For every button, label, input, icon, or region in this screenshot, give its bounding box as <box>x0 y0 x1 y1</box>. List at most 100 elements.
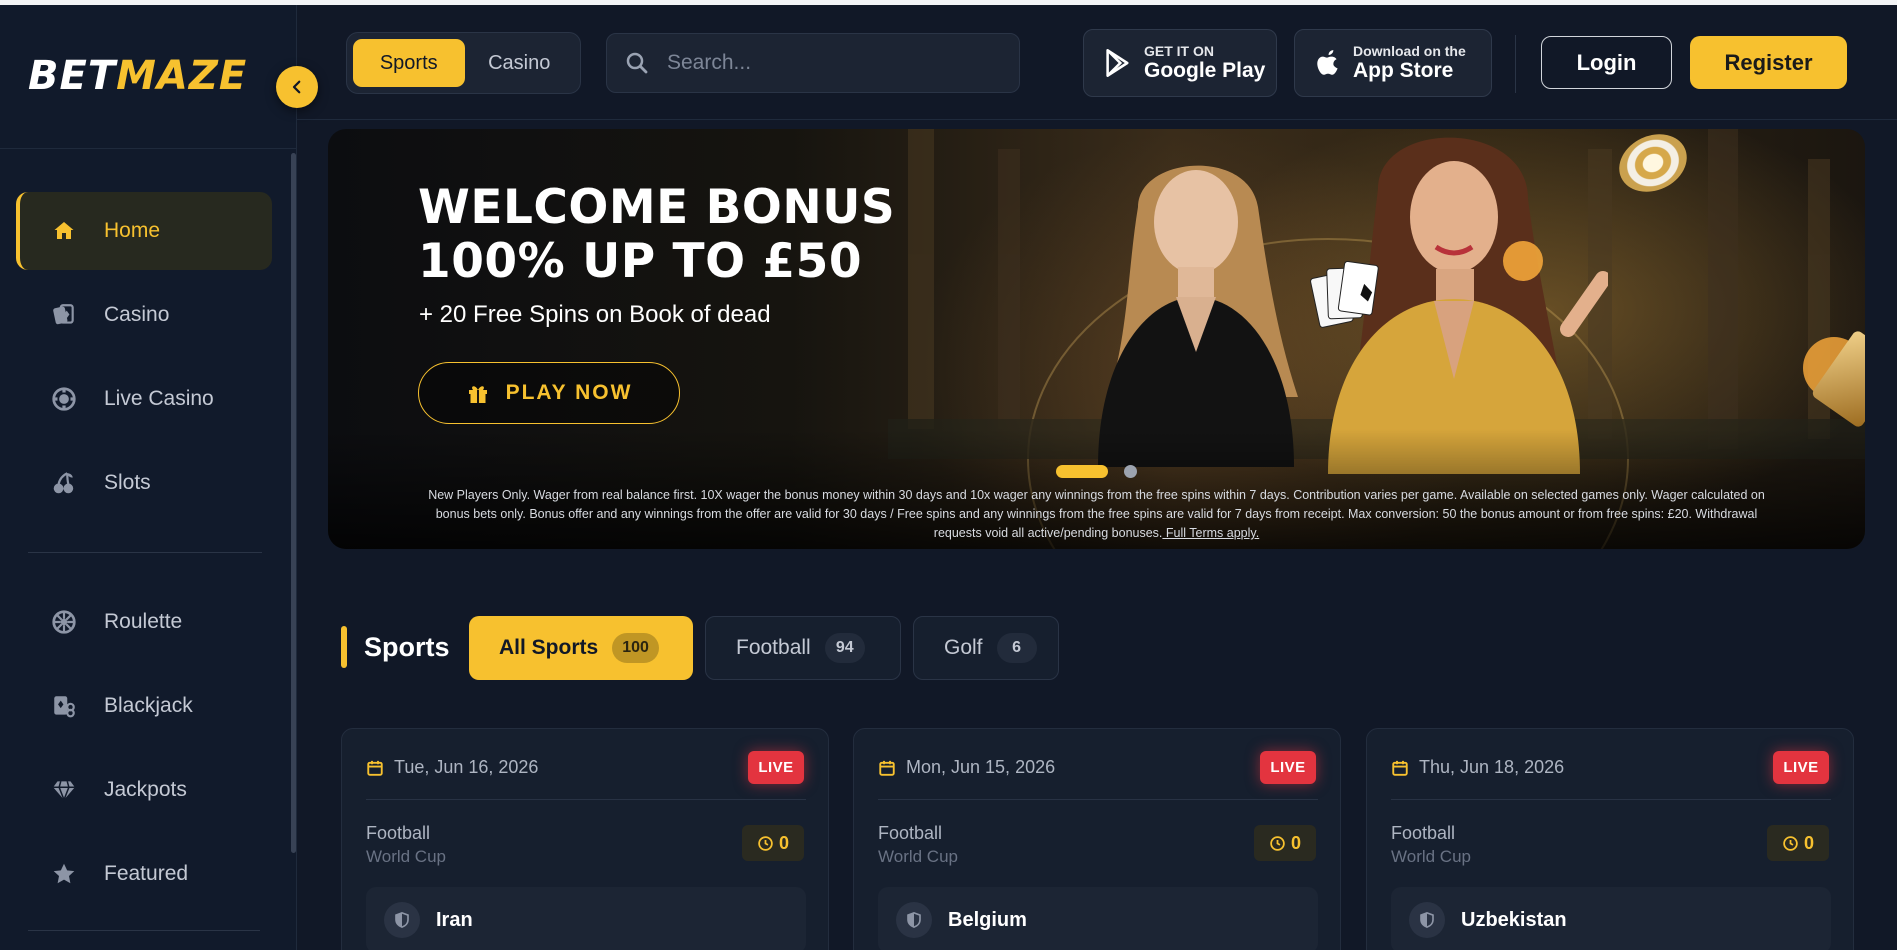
live-badge: LIVE <box>1773 751 1829 784</box>
cards-icon <box>50 301 78 329</box>
hostess-image-right <box>1310 137 1608 474</box>
app-store-big-text: App Store <box>1353 59 1454 82</box>
login-button[interactable]: Login <box>1541 36 1672 89</box>
match-card[interactable]: Thu, Jun 18, 2026 LIVE Football World Cu… <box>1366 728 1854 950</box>
search-icon <box>625 51 649 75</box>
diamond-icon <box>50 776 78 804</box>
match-date-text: Mon, Jun 15, 2026 <box>906 757 1056 777</box>
sidebar-divider-bottom <box>28 930 260 931</box>
filter-all-sports[interactable]: All Sports 100 <box>469 616 693 680</box>
section-accent-bar <box>341 626 347 668</box>
banner-title-line2: 100% UP TO £50 <box>418 234 863 289</box>
roulette-icon <box>50 608 78 636</box>
shield-icon <box>896 902 932 938</box>
sidebar-item-label: Home <box>104 219 161 242</box>
sidebar-item-home[interactable]: Home <box>16 192 272 270</box>
clock-icon <box>757 835 774 852</box>
match-timer: 0 <box>1254 825 1316 861</box>
sidebar-item-label: Blackjack <box>104 694 193 717</box>
sidebar-divider <box>28 552 262 553</box>
match-date-text: Thu, Jun 18, 2026 <box>1419 757 1565 777</box>
card-divider <box>1391 799 1831 800</box>
sports-section-title: Sports <box>364 632 450 662</box>
header-divider <box>1515 35 1516 93</box>
team-row[interactable]: Iran <box>366 887 806 950</box>
team-row[interactable]: Uzbekistan <box>1391 887 1831 950</box>
sidebar-item-label: Slots <box>104 471 151 494</box>
sidebar-item-label: Casino <box>104 303 170 326</box>
terms-text: New Players Only. Wager from real balanc… <box>428 488 1765 540</box>
card-divider <box>366 799 806 800</box>
apple-icon <box>1315 48 1341 78</box>
star-icon <box>50 860 78 888</box>
collapse-sidebar-button[interactable] <box>276 66 318 108</box>
sidebar-item-jackpots[interactable]: Jackpots <box>16 751 272 829</box>
calendar-icon <box>878 759 896 777</box>
sidebar: BETMAZE Home Casino Live Casino Slots Ro… <box>0 5 318 950</box>
match-league: World Cup <box>366 847 446 866</box>
play-now-button[interactable]: PLAY NOW <box>418 362 680 424</box>
match-timer-value: 0 <box>778 832 789 853</box>
logo-text-bet: BET <box>28 53 117 99</box>
filter-label: All Sports <box>499 636 599 659</box>
calendar-icon <box>1391 759 1409 777</box>
filter-football[interactable]: Football 94 <box>705 616 901 680</box>
top-header: Sports Casino GET IT ON Google Play Down… <box>297 5 1897 120</box>
filter-label: Golf <box>944 636 983 659</box>
clock-icon <box>1269 835 1286 852</box>
google-play-big-text: Google Play <box>1144 59 1266 82</box>
card-divider <box>878 799 1318 800</box>
gift-icon <box>466 381 490 405</box>
sidebar-item-featured[interactable]: Featured <box>16 835 272 913</box>
register-button[interactable]: Register <box>1690 36 1847 89</box>
carousel-dots <box>1056 465 1137 478</box>
brand-logo[interactable]: BETMAZE <box>28 53 247 99</box>
match-timer-value: 0 <box>1290 832 1301 853</box>
sidebar-item-roulette[interactable]: Roulette <box>16 583 272 661</box>
match-league: World Cup <box>1391 847 1471 866</box>
app-store-small-text: Download on the <box>1353 43 1466 59</box>
filter-count-badge: 6 <box>996 633 1037 663</box>
calendar-icon <box>366 759 384 777</box>
carousel-dot-active[interactable] <box>1056 465 1108 478</box>
match-timer: 0 <box>1767 825 1829 861</box>
filter-count-badge: 100 <box>612 633 659 663</box>
google-play-button[interactable]: GET IT ON Google Play <box>1083 29 1277 97</box>
shield-icon <box>1409 902 1445 938</box>
team-name: Uzbekistan <box>1461 908 1567 931</box>
team-name: Iran <box>436 908 473 931</box>
chip-icon <box>50 385 78 413</box>
match-card[interactable]: Mon, Jun 15, 2026 LIVE Football World Cu… <box>853 728 1341 950</box>
carousel-dot[interactable] <box>1124 465 1137 478</box>
sidebar-nav: Home Casino Live Casino Slots Roulette B… <box>16 192 272 919</box>
match-sport: Football <box>1391 823 1456 843</box>
match-league: World Cup <box>878 847 958 866</box>
match-date: Tue, Jun 16, 2026 <box>366 757 538 778</box>
banner-title-line1: WELCOME BONUS <box>418 180 896 235</box>
match-card[interactable]: Tue, Jun 16, 2026 LIVE Football World Cu… <box>341 728 829 950</box>
match-date-text: Tue, Jun 16, 2026 <box>394 757 539 777</box>
app-store-button[interactable]: Download on the App Store <box>1294 29 1492 97</box>
match-timer-value: 0 <box>1803 832 1814 853</box>
logo-text-maze: MAZE <box>116 53 248 99</box>
sidebar-item-casino[interactable]: Casino <box>16 276 272 354</box>
team-row[interactable]: Belgium <box>878 887 1318 950</box>
search-box <box>606 33 1020 93</box>
toggle-casino-button[interactable]: Casino <box>465 39 575 87</box>
toggle-sports-button[interactable]: Sports <box>353 39 465 87</box>
sidebar-item-live-casino[interactable]: Live Casino <box>16 360 272 438</box>
sidebar-scrollbar[interactable] <box>291 153 296 853</box>
match-timer: 0 <box>742 825 804 861</box>
sidebar-item-label: Roulette <box>104 610 183 633</box>
search-input[interactable] <box>667 51 987 75</box>
full-terms-link[interactable]: Full Terms apply. <box>1162 526 1259 540</box>
play-now-label: PLAY NOW <box>505 381 633 404</box>
sidebar-item-blackjack[interactable]: Blackjack <box>16 667 272 745</box>
sidebar-item-slots[interactable]: Slots <box>16 444 272 522</box>
sidebar-item-label: Jackpots <box>104 778 187 801</box>
logo-area: BETMAZE <box>0 5 296 149</box>
welcome-bonus-banner[interactable]: WELCOME BONUS 100% UP TO £50 + 20 Free S… <box>328 129 1865 549</box>
filter-golf[interactable]: Golf 6 <box>913 616 1059 680</box>
match-sport: Football <box>366 823 431 843</box>
cherries-icon <box>50 469 78 497</box>
